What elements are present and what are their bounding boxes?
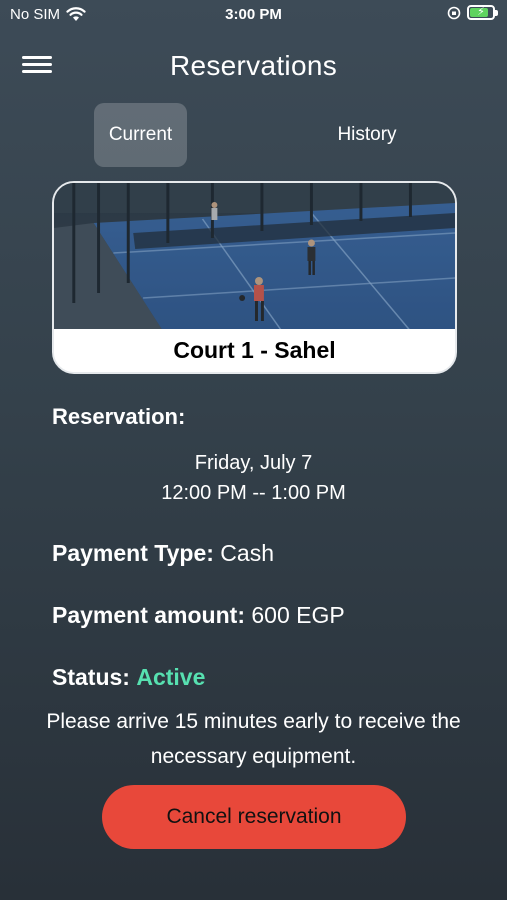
payment-type-value: Cash xyxy=(220,540,274,566)
court-photo xyxy=(54,183,455,331)
tab-history[interactable]: History xyxy=(320,103,414,167)
tab-current[interactable]: Current xyxy=(94,103,187,167)
orientation-lock-icon xyxy=(447,6,461,19)
court-name: Court 1 - Sahel xyxy=(54,329,455,372)
payment-type-row: Payment Type: Cash xyxy=(52,540,274,567)
battery-icon: ⚡ xyxy=(467,5,498,20)
app-header: Reservations xyxy=(0,40,507,94)
status-right: ⚡ xyxy=(447,5,498,20)
status-badge: Active xyxy=(136,664,206,690)
status-label: Status: xyxy=(52,664,130,690)
cancel-reservation-button[interactable]: Cancel reservation xyxy=(102,785,406,849)
payment-amount-value: 600 EGP xyxy=(251,602,345,628)
payment-type-label: Payment Type: xyxy=(52,540,214,566)
court-card[interactable]: Court 1 - Sahel xyxy=(52,181,457,374)
reservation-tabs: Current History xyxy=(0,103,507,167)
reservation-time: 12:00 PM -- 1:00 PM xyxy=(161,482,346,504)
payment-amount-row: Payment amount: 600 EGP xyxy=(52,602,345,629)
arrival-note: Please arrive 15 minutes early to receiv… xyxy=(46,710,461,768)
page-title: Reservations xyxy=(169,50,337,81)
charging-bolt-icon: ⚡ xyxy=(477,6,485,18)
clock: 3:00 PM xyxy=(225,6,282,23)
status-bar: No SIM 3:00 PM ⚡ xyxy=(0,0,507,30)
reservation-heading: Reservation: xyxy=(52,404,186,429)
reservation-date: Friday, July 7 xyxy=(194,452,313,474)
payment-amount-label: Payment amount: xyxy=(52,602,245,628)
status-row: Status: Active xyxy=(52,664,205,691)
